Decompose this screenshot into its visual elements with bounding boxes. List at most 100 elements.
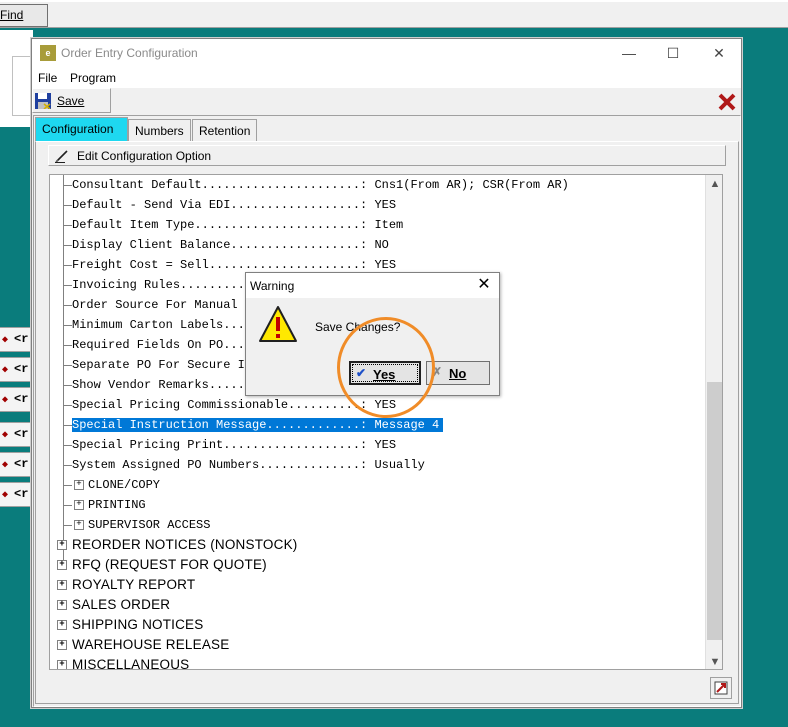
no-button[interactable]: ✗ No [426, 361, 490, 385]
app-icon: e [40, 45, 56, 61]
save-button[interactable]: Save [32, 88, 111, 113]
side-button-label: <r [14, 487, 29, 501]
scroll-down-icon[interactable]: ▼ [706, 653, 722, 669]
tree-connector [63, 325, 72, 326]
vertical-scrollbar[interactable]: ▲ ▼ [705, 175, 722, 669]
expand-plus-icon[interactable]: + [57, 660, 67, 669]
tree-item-label: Default Item Type.......................… [72, 218, 404, 232]
tree-item-label: Show Vendor Remarks...... [72, 378, 253, 392]
expand-plus-icon[interactable]: + [57, 540, 67, 550]
highlight-circle-annotation [337, 317, 435, 418]
side-button-6[interactable]: ◆ <r [0, 482, 33, 507]
tree-category-label: WAREHOUSE RELEASE [72, 637, 230, 652]
tab-retention[interactable]: Retention [192, 119, 258, 141]
tree-category-label: SHIPPING NOTICES [72, 617, 204, 632]
tree-connector [63, 245, 72, 246]
warning-close-icon[interactable]: ✕ [473, 275, 495, 295]
find-button[interactable]: Find [0, 4, 48, 27]
tab-numbers[interactable]: Numbers [128, 119, 191, 141]
tree-connector [63, 485, 72, 486]
side-button-3[interactable]: ◆ <r [0, 387, 33, 412]
tree-connector [63, 285, 72, 286]
tree-item-label: Minimum Carton Labels.... [72, 318, 253, 332]
tree-connector [63, 505, 72, 506]
side-button-label: <r [14, 427, 29, 441]
tree-category-label: RFQ (REQUEST FOR QUOTE) [72, 557, 267, 572]
warning-title-bar[interactable]: Warning ✕ [246, 273, 499, 298]
tree-category-label: ROYALTY REPORT [72, 577, 196, 592]
warning-title: Warning [250, 279, 295, 293]
red-x-close-icon[interactable] [716, 92, 738, 112]
tree-item-label: Freight Cost = Sell.....................… [72, 258, 397, 272]
tree-connector [63, 225, 72, 226]
menu-bar: File Program [32, 68, 741, 88]
diamond-icon: ◆ [2, 395, 9, 406]
scroll-thumb[interactable] [707, 382, 722, 640]
tree-subgroup-label: SUPERVISOR ACCESS [88, 518, 211, 532]
side-button-1[interactable]: ◆ <r [0, 327, 33, 352]
side-button-4[interactable]: ◆ <r [0, 422, 33, 447]
tree-item-label: Required Fields On PO.... [72, 338, 253, 352]
tab-configuration[interactable]: Configuration [35, 117, 128, 141]
tree-connector [63, 445, 72, 446]
diamond-icon: ◆ [2, 430, 9, 441]
side-button-5[interactable]: ◆ <r [0, 452, 33, 477]
expand-plus-icon[interactable]: + [74, 500, 84, 510]
tree-connector [63, 425, 72, 426]
side-button-label: <r [14, 457, 29, 471]
tree-item-label: System Assigned PO Numbers..............… [72, 458, 425, 472]
expand-plus-icon[interactable]: + [57, 580, 67, 590]
maximize-icon[interactable]: ☐ [662, 43, 684, 63]
tree-connector [63, 305, 72, 306]
tree-item-label: Invoicing Rules......... [72, 278, 245, 292]
tree-connector [63, 205, 72, 206]
tree-item-label: Special Pricing Commissionable..........… [72, 398, 397, 412]
tree-connector [63, 385, 72, 386]
configuration-tree[interactable]: Consultant Default......................… [49, 174, 723, 670]
tree-item-label: Special Pricing Print...................… [72, 438, 397, 452]
diamond-icon: ◆ [2, 460, 9, 471]
tree-category-label: SALES ORDER [72, 597, 171, 612]
tree-subgroup-label: CLONE/COPY [88, 478, 161, 492]
minimize-icon[interactable]: — [618, 43, 640, 63]
tree-category-label: MISCELLANEOUS [72, 657, 190, 670]
tree-connector [63, 345, 72, 346]
expand-plus-icon[interactable]: + [57, 640, 67, 650]
tree-connector [63, 465, 72, 466]
diamond-icon: ◆ [2, 335, 9, 346]
tree-subgroup-label: PRINTING [88, 498, 146, 512]
edit-configuration-option-button[interactable]: Edit Configuration Option [48, 145, 726, 166]
expand-plus-icon[interactable]: + [57, 560, 67, 570]
toolbar: Save [32, 88, 741, 114]
pencil-icon [55, 150, 68, 163]
diamond-icon: ◆ [2, 490, 9, 501]
tree-category-label: REORDER NOTICES (NONSTOCK) [72, 537, 298, 552]
side-button-label: <r [14, 392, 29, 406]
diamond-icon: ◆ [2, 365, 9, 376]
resize-grip-button[interactable] [710, 677, 732, 699]
side-button-label: <r [14, 362, 29, 376]
tree-connector [63, 185, 72, 186]
expand-plus-icon[interactable]: + [57, 620, 67, 630]
title-bar[interactable]: e Order Entry Configuration — ☐ ✕ [32, 39, 741, 68]
close-icon[interactable]: ✕ [708, 43, 730, 63]
expand-plus-icon[interactable]: + [74, 480, 84, 490]
tree-item-label: Display Client Balance..................… [72, 238, 389, 252]
floppy-disk-icon [35, 93, 51, 109]
window-title: Order Entry Configuration [61, 46, 198, 60]
menu-file[interactable]: File [38, 71, 57, 85]
tree-connector [63, 365, 72, 366]
side-button-2[interactable]: ◆ <r [0, 357, 33, 382]
side-button-label: <r [14, 332, 29, 346]
tree-connector [63, 525, 72, 526]
tree-item-label: Order Source For Manual E [72, 298, 253, 312]
background-toolbar-edge [0, 0, 788, 2]
expand-plus-icon[interactable]: + [74, 520, 84, 530]
edit-configuration-option-label: Edit Configuration Option [77, 149, 212, 163]
tree-item-label: Consultant Default......................… [72, 178, 569, 192]
tree-connector [63, 405, 72, 406]
expand-plus-icon[interactable]: + [57, 600, 67, 610]
find-button-label: Find [0, 8, 24, 22]
scroll-up-icon[interactable]: ▲ [706, 175, 722, 193]
menu-program[interactable]: Program [70, 71, 116, 85]
